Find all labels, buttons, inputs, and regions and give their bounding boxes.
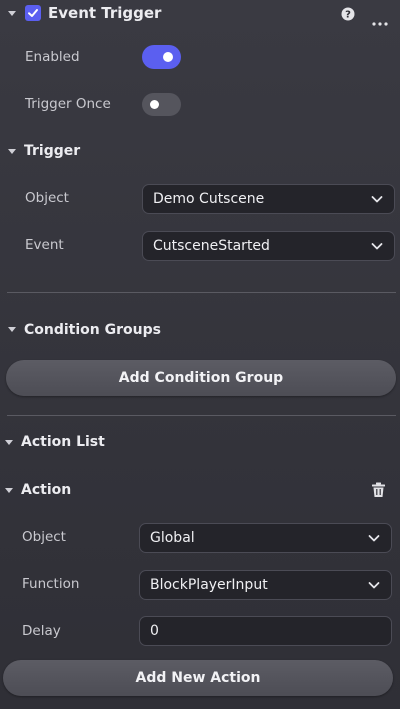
trigger-section-title: Trigger <box>24 143 81 159</box>
action-object-label: Object <box>22 529 66 545</box>
add-new-action-button[interactable]: Add New Action <box>3 660 393 696</box>
collapse-caret-icon[interactable] <box>5 488 13 493</box>
action-list-title: Action List <box>21 434 105 450</box>
component-title: Event Trigger <box>48 4 162 22</box>
delete-action-button[interactable] <box>371 482 386 502</box>
chevron-down-icon <box>368 582 380 589</box>
trigger-event-label: Event <box>25 237 64 253</box>
action-delay-value: 0 <box>150 623 159 639</box>
collapse-caret-icon[interactable] <box>8 327 16 332</box>
trigger-object-value: Demo Cutscene <box>153 191 265 207</box>
chevron-down-icon <box>371 196 383 203</box>
action-object-select[interactable]: Global <box>139 523 392 553</box>
collapse-caret-icon[interactable] <box>5 440 13 445</box>
toggle-knob <box>163 52 173 62</box>
trigger-object-select[interactable]: Demo Cutscene <box>142 184 395 214</box>
trigger-once-label: Trigger Once <box>25 96 111 112</box>
enabled-toggle[interactable] <box>142 45 181 69</box>
condition-groups-title: Condition Groups <box>24 322 161 338</box>
action-function-select[interactable]: BlockPlayerInput <box>139 570 392 600</box>
svg-text:?: ? <box>345 10 351 21</box>
help-button[interactable]: ? <box>341 6 355 25</box>
more-icon <box>372 22 388 26</box>
action-function-label: Function <box>22 576 80 592</box>
toggle-knob <box>150 100 159 109</box>
trigger-object-label: Object <box>25 190 69 206</box>
action-delay-label: Delay <box>22 623 61 639</box>
action-function-value: BlockPlayerInput <box>150 577 268 593</box>
action-object-value: Global <box>150 530 195 546</box>
section-divider <box>7 415 396 416</box>
enabled-label: Enabled <box>25 49 80 65</box>
help-icon: ? <box>341 7 355 21</box>
action-delay-input[interactable]: 0 <box>139 616 392 646</box>
trigger-event-select[interactable]: CutsceneStarted <box>142 231 395 261</box>
collapse-caret-icon[interactable] <box>8 149 16 154</box>
add-condition-group-button[interactable]: Add Condition Group <box>6 360 396 396</box>
trigger-event-value: CutsceneStarted <box>153 238 270 254</box>
chevron-down-icon <box>371 243 383 250</box>
checkbox-icon <box>28 9 38 17</box>
chevron-down-icon <box>368 535 380 542</box>
more-options-button[interactable] <box>372 11 388 30</box>
trash-icon <box>372 482 385 497</box>
trigger-once-toggle[interactable] <box>142 93 181 116</box>
action-title: Action <box>21 482 72 498</box>
collapse-caret-icon[interactable] <box>8 11 16 16</box>
section-divider <box>7 292 396 293</box>
enable-checkbox[interactable] <box>25 5 41 21</box>
